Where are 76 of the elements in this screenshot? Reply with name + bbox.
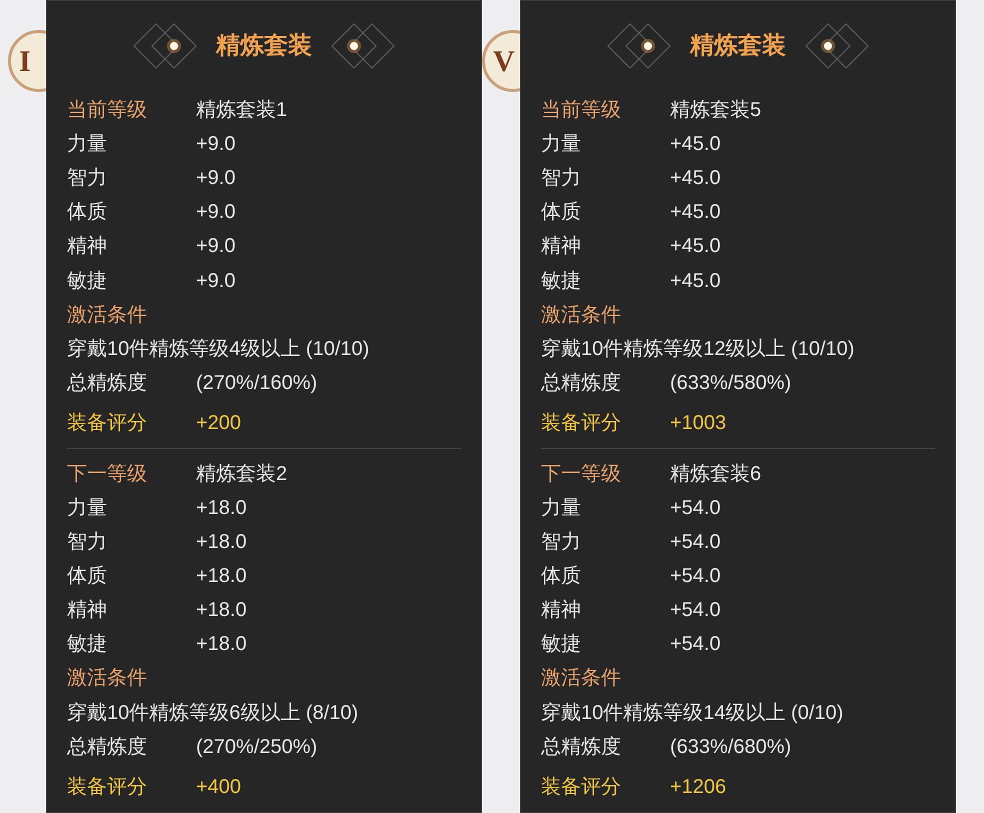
level-name: 精炼套装1 (196, 100, 288, 120)
stat-label: 总精炼度 (541, 736, 622, 757)
condition-text: 穿戴10件精炼等级14级以上 (0/10) (541, 702, 844, 723)
stat-value: +54.0 (670, 566, 721, 586)
stat-value: +45.0 (670, 270, 721, 291)
level-name: 精炼套装5 (670, 100, 762, 120)
stat-value: +54.0 (670, 498, 721, 518)
stat-value: +54.0 (670, 600, 721, 620)
condition-heading: 激活条件 (67, 304, 147, 325)
stat-label: 体质 (67, 202, 108, 222)
stat-label: 敏捷 (67, 634, 108, 654)
stat-value: +18.0 (196, 498, 247, 518)
stat-label: 总精炼度 (541, 372, 622, 393)
score-label: 装备评分 (67, 412, 148, 433)
stat-value: +18.0 (196, 634, 247, 654)
score-value: +1003 (670, 412, 726, 433)
stat-value: +54.0 (670, 532, 721, 552)
stat-label: 体质 (541, 566, 582, 586)
stat-label: 力量 (67, 498, 108, 518)
stat-label: 精神 (67, 236, 108, 256)
level-label: 下一等级 (541, 464, 622, 484)
condition-heading: 激活条件 (541, 668, 621, 688)
stat-value: +9.0 (196, 236, 236, 256)
stat-label: 力量 (541, 134, 582, 154)
stat-label: 力量 (541, 498, 582, 518)
score-value: +1206 (670, 776, 726, 797)
stat-value: +45.0 (670, 168, 721, 188)
score-value: +200 (196, 412, 242, 433)
condition-heading: 激活条件 (541, 304, 621, 325)
roman-numeral-badge: I (8, 30, 46, 92)
stat-value: +54.0 (670, 634, 721, 654)
score-label: 装备评分 (67, 776, 148, 797)
stat-value: +45.0 (670, 202, 721, 222)
condition-text: 穿戴10件精炼等级12级以上 (10/10) (541, 338, 854, 359)
stat-value: (270%/250%) (196, 736, 318, 757)
stat-label: 智力 (541, 532, 582, 552)
stat-value: +45.0 (670, 134, 721, 154)
roman-numeral-badge: V (482, 30, 520, 92)
stat-value: +18.0 (196, 600, 247, 620)
stat-label: 敏捷 (541, 270, 582, 291)
panel-title: 精炼套装 (216, 31, 312, 61)
condition-heading: 激活条件 (67, 668, 147, 688)
stat-label: 体质 (67, 566, 108, 586)
stat-label: 总精炼度 (67, 736, 148, 757)
stat-value: (270%/160%) (196, 372, 318, 393)
stat-value: (633%/680%) (670, 736, 792, 757)
level-label: 下一等级 (67, 464, 148, 484)
stat-label: 精神 (541, 600, 582, 620)
stat-value: +9.0 (196, 202, 236, 222)
score-label: 装备评分 (541, 412, 622, 433)
stat-label: 智力 (67, 532, 108, 552)
stat-label: 精神 (67, 600, 108, 620)
stat-value: +9.0 (196, 134, 236, 154)
stat-label: 体质 (541, 202, 582, 222)
level-name: 精炼套装2 (196, 464, 288, 484)
stat-label: 总精炼度 (67, 372, 148, 393)
level-label: 当前等级 (541, 100, 622, 120)
stat-label: 智力 (541, 168, 582, 188)
score-label: 装备评分 (541, 776, 622, 797)
level-label: 当前等级 (67, 100, 148, 120)
stat-value: +18.0 (196, 532, 247, 552)
condition-text: 穿戴10件精炼等级4级以上 (10/10) (67, 338, 370, 359)
stat-label: 力量 (67, 134, 108, 154)
stat-value: (633%/580%) (670, 372, 792, 393)
stat-label: 敏捷 (541, 634, 582, 654)
score-value: +400 (196, 776, 242, 797)
stat-value: +45.0 (670, 236, 721, 256)
stat-value: +9.0 (196, 270, 236, 291)
stat-value: +9.0 (196, 168, 236, 188)
stat-value: +18.0 (196, 566, 247, 586)
stat-label: 智力 (67, 168, 108, 188)
level-name: 精炼套装6 (670, 464, 762, 484)
stat-label: 精神 (541, 236, 582, 256)
stat-label: 敏捷 (67, 270, 108, 291)
condition-text: 穿戴10件精炼等级6级以上 (8/10) (67, 702, 358, 723)
panel-title: 精炼套装 (690, 31, 786, 61)
